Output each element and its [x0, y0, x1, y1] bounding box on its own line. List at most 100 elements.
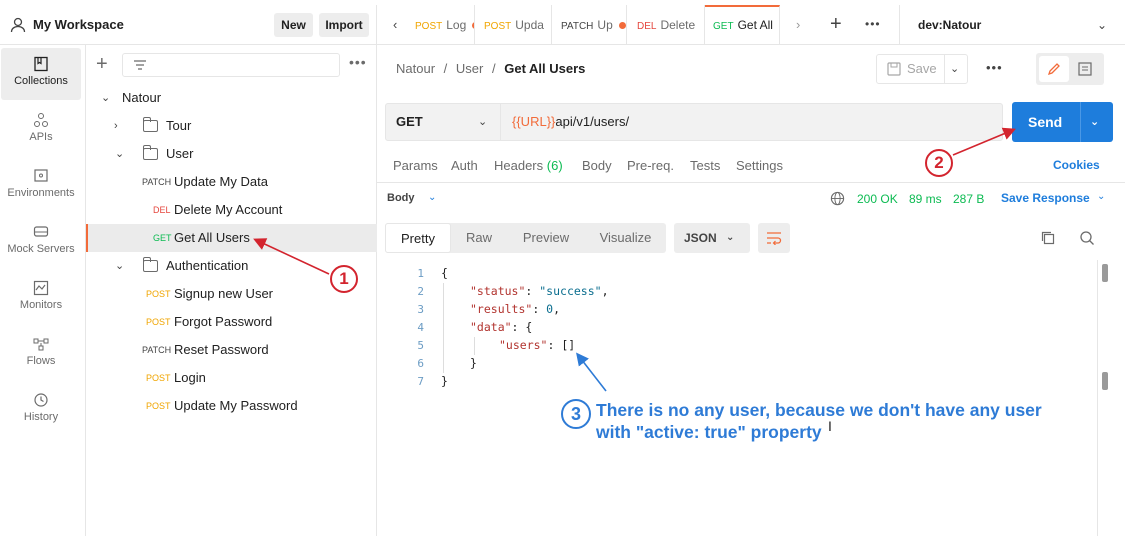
- rail-label: Environments: [7, 187, 75, 199]
- tree-request[interactable]: POST Update My Password: [86, 392, 377, 420]
- text-cursor-icon: I: [828, 418, 832, 434]
- response-body-select[interactable]: Body: [387, 192, 415, 204]
- monitors-icon: [33, 280, 49, 296]
- tabs-more-icon[interactable]: •••: [865, 17, 881, 31]
- tab-auth[interactable]: Auth: [451, 158, 478, 173]
- rail-mock-servers[interactable]: Mock Servers: [1, 216, 81, 268]
- sidebar-more-icon[interactable]: •••: [349, 54, 367, 70]
- tab-request[interactable]: POST Log: [413, 5, 475, 45]
- scrollbar-thumb[interactable]: [1102, 372, 1108, 390]
- tab-tests[interactable]: Tests: [690, 158, 720, 173]
- chevron-down-icon[interactable]: ⌄: [950, 54, 959, 84]
- format-pretty[interactable]: Pretty: [385, 223, 451, 253]
- tab-request[interactable]: DEL Delete: [627, 5, 705, 45]
- chevron-down-icon[interactable]: ⌄: [1097, 5, 1107, 45]
- rail-environments[interactable]: Environments: [1, 160, 81, 212]
- language-select[interactable]: JSON ⌄: [674, 223, 750, 253]
- tab-headers-label: Headers: [494, 158, 544, 173]
- breadcrumb-current: Get All Users: [504, 61, 586, 76]
- import-button[interactable]: Import: [319, 13, 369, 37]
- url-input[interactable]: {{URL}}api/v1/users/: [512, 104, 629, 140]
- rail-monitors[interactable]: Monitors: [1, 272, 81, 324]
- rail-label: APIs: [29, 131, 53, 143]
- request-more-icon[interactable]: •••: [986, 60, 1003, 75]
- breadcrumb-folder[interactable]: User: [456, 61, 483, 76]
- tab-request[interactable]: POST Upda: [475, 5, 552, 45]
- line-number: 7: [417, 375, 424, 388]
- format-preview[interactable]: Preview: [507, 223, 585, 253]
- rail-flows[interactable]: Flows: [1, 328, 81, 380]
- workspace-title[interactable]: My Workspace: [33, 17, 124, 32]
- method-badge: POST: [146, 289, 171, 299]
- history-icon: [34, 393, 48, 407]
- save-response-button[interactable]: Save Response: [1001, 191, 1090, 205]
- tab-name: Upda: [515, 18, 544, 32]
- environment-selector[interactable]: dev:Natour: [918, 5, 981, 45]
- tree-collection-natour[interactable]: ⌄ Natour: [86, 84, 377, 112]
- collections-icon: [34, 56, 48, 72]
- cookies-link[interactable]: Cookies: [1053, 158, 1100, 172]
- tab-headers[interactable]: Headers (6): [494, 158, 563, 173]
- scrollbar-thumb[interactable]: [1102, 264, 1108, 282]
- chevron-left-icon[interactable]: ‹: [393, 17, 397, 32]
- tab-request-active[interactable]: GET Get All: [705, 5, 780, 45]
- send-button[interactable]: Send ⌄: [1012, 102, 1113, 142]
- breadcrumb-collection[interactable]: Natour: [396, 61, 435, 76]
- tree-request[interactable]: POST Login: [86, 364, 377, 392]
- rail-history[interactable]: History: [1, 384, 81, 436]
- tree-request-selected[interactable]: GET Get All Users: [86, 224, 377, 252]
- new-button[interactable]: New: [274, 13, 313, 37]
- search-icon[interactable]: [1079, 230, 1095, 246]
- copy-icon[interactable]: [1040, 230, 1056, 246]
- tree-request[interactable]: PATCH Reset Password: [86, 336, 377, 364]
- chevron-down-icon[interactable]: ⌄: [1090, 102, 1099, 142]
- wrap-icon: [767, 232, 782, 245]
- tab-prereq[interactable]: Pre-req.: [627, 158, 674, 173]
- wrap-lines-button[interactable]: [758, 223, 790, 253]
- chevron-down-icon[interactable]: ⌄: [428, 192, 436, 203]
- chevron-right-icon[interactable]: ›: [796, 17, 800, 32]
- method-select[interactable]: GET: [396, 104, 423, 140]
- workspace-header: My Workspace New Import: [0, 5, 377, 45]
- tree-request[interactable]: DEL Delete My Account: [86, 196, 377, 224]
- chevron-down-icon: ⌄: [115, 260, 125, 272]
- code-line: }: [441, 374, 448, 388]
- rail-apis[interactable]: APIs: [1, 104, 81, 156]
- tab-body[interactable]: Body: [582, 158, 612, 173]
- status-badge[interactable]: 200 OK: [857, 192, 898, 206]
- filter-input[interactable]: [122, 53, 340, 77]
- tree-request[interactable]: POST Forgot Password: [86, 308, 377, 336]
- method-badge: GET: [153, 233, 172, 243]
- chevron-down-icon[interactable]: ⌄: [478, 104, 487, 140]
- tree-label: Delete My Account: [174, 202, 283, 217]
- add-collection-icon[interactable]: +: [96, 54, 108, 74]
- documentation-icon[interactable]: [1078, 62, 1092, 76]
- unsaved-dot: [618, 22, 626, 30]
- pencil-icon: [1047, 63, 1060, 76]
- json-value: "success": [539, 284, 602, 298]
- tab-name: Log: [446, 18, 467, 32]
- response-time[interactable]: 89 ms: [909, 192, 942, 206]
- chevron-down-icon[interactable]: ⌄: [1097, 191, 1105, 202]
- tree-folder-tour[interactable]: › Tour: [86, 112, 377, 140]
- tree-label: Signup new User: [174, 286, 273, 301]
- left-rail: Collections APIs Environments Mock Serve…: [0, 45, 86, 536]
- tab-request[interactable]: PATCH Up: [552, 5, 627, 45]
- tree-folder-user[interactable]: ⌄ User: [86, 140, 377, 168]
- chevron-down-icon: ⌄: [726, 232, 735, 243]
- divider: [500, 104, 501, 140]
- globe-icon[interactable]: [830, 191, 845, 206]
- tab-params[interactable]: Params: [393, 158, 438, 173]
- edit-mode-button[interactable]: [1039, 56, 1069, 82]
- format-visualize[interactable]: Visualize: [585, 223, 666, 253]
- breadcrumb: Natour / User / Get All Users: [396, 61, 585, 76]
- rail-collections[interactable]: Collections: [1, 48, 81, 100]
- folder-icon: [143, 257, 158, 272]
- format-raw[interactable]: Raw: [451, 223, 507, 253]
- new-tab-icon[interactable]: +: [830, 13, 842, 36]
- tree-label: Login: [174, 370, 206, 385]
- tab-settings[interactable]: Settings: [736, 158, 783, 173]
- apis-icon: [34, 113, 48, 127]
- response-size[interactable]: 287 B: [953, 192, 984, 206]
- tree-request[interactable]: PATCH Update My Data: [86, 168, 377, 196]
